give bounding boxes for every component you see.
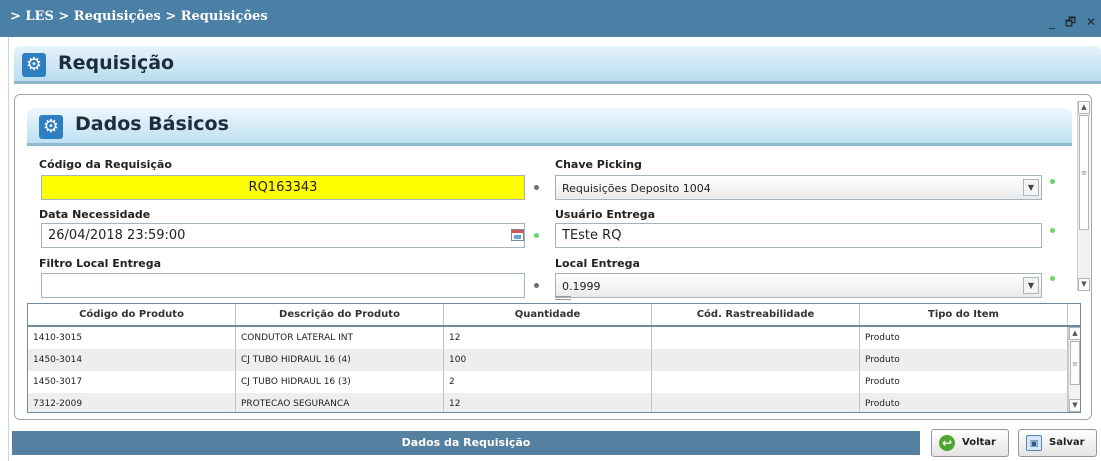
content-frame: ⚙ Dados Básicos Código da Requisição RQ1… bbox=[14, 94, 1092, 420]
section-title: Dados Básicos bbox=[75, 113, 229, 135]
field-indicator-dot bbox=[534, 185, 539, 190]
scroll-thumb[interactable]: ≡ bbox=[1079, 115, 1089, 230]
chave-picking-label: Chave Picking bbox=[555, 158, 642, 171]
grid-header: Código do Produto Descrição do Produto Q… bbox=[28, 304, 1080, 327]
table-row[interactable]: 1410-3015 CONDUTOR LATERAL INT 12 Produt… bbox=[28, 327, 1068, 349]
table-cell: 1450-3017 bbox=[28, 371, 236, 393]
filtro-local-entrega-label: Filtro Local Entrega bbox=[39, 257, 162, 270]
scroll-down-icon[interactable]: ▼ bbox=[1078, 278, 1090, 291]
data-necessidade-field[interactable]: 26/04/2018 23:59:00 bbox=[41, 223, 525, 248]
table-cell: 12 bbox=[444, 393, 652, 412]
table-cell bbox=[652, 327, 860, 349]
breadcrumb: > LES > Requisições > Requisições bbox=[10, 9, 268, 24]
table-cell: Produto bbox=[860, 327, 1068, 349]
field-indicator-dot bbox=[1050, 276, 1055, 281]
table-cell bbox=[652, 371, 860, 393]
scroll-up-icon[interactable]: ▲ bbox=[1069, 327, 1080, 340]
table-cell: CJ TUBO HIDRAUL 16 (3) bbox=[236, 371, 444, 393]
grid-scrollbar[interactable]: ▲ ≡ ▼ bbox=[1068, 327, 1080, 412]
table-cell: 12 bbox=[444, 327, 652, 349]
local-entrega-select[interactable]: 0.1999 ▼ bbox=[555, 273, 1042, 298]
table-cell bbox=[652, 393, 860, 412]
field-indicator-dot bbox=[1050, 179, 1055, 184]
table-row[interactable]: 7312-2009 PROTECAO SEGURANCA 12 Produto bbox=[28, 393, 1068, 412]
chave-picking-value: Requisições Deposito 1004 bbox=[562, 182, 711, 195]
gear-icon: ⚙ bbox=[22, 53, 46, 77]
codigo-requisicao-label: Código da Requisição bbox=[39, 158, 172, 171]
back-arrow-icon: ↩ bbox=[939, 435, 955, 451]
scroll-down-icon[interactable]: ▼ bbox=[1069, 399, 1080, 412]
panel-header: ⚙ Requisição bbox=[14, 46, 1101, 84]
table-cell: CONDUTOR LATERAL INT bbox=[236, 327, 444, 349]
form-scrollbar[interactable]: ▲ ≡ ▼ bbox=[1077, 101, 1090, 291]
table-row[interactable]: 1450-3017 CJ TUBO HIDRAUL 16 (3) 2 Produ… bbox=[28, 371, 1068, 393]
usuario-entrega-label: Usuário Entrega bbox=[555, 208, 656, 221]
back-button[interactable]: ↩ Voltar bbox=[931, 429, 1009, 457]
chave-picking-select[interactable]: Requisições Deposito 1004 ▼ bbox=[555, 175, 1042, 200]
tab-dados-da-requisicao[interactable]: Dados da Requisição bbox=[12, 431, 920, 455]
table-cell: 100 bbox=[444, 349, 652, 371]
table-cell: 2 bbox=[444, 371, 652, 393]
usuario-entrega-field[interactable]: TEste RQ bbox=[555, 223, 1042, 248]
filtro-local-entrega-field[interactable] bbox=[41, 273, 525, 298]
data-necessidade-label: Data Necessidade bbox=[39, 208, 151, 221]
table-cell: Produto bbox=[860, 393, 1068, 412]
column-header[interactable]: Código do Produto bbox=[28, 304, 236, 325]
section-header-dados-basicos: ⚙ Dados Básicos bbox=[27, 108, 1072, 146]
codigo-requisicao-field[interactable]: RQ163343 bbox=[41, 175, 525, 200]
column-header[interactable]: Quantidade bbox=[444, 304, 652, 325]
save-button[interactable]: ▣ Salvar bbox=[1018, 429, 1097, 457]
window-titlebar: > LES > Requisições > Requisições _ 🗗 ✕ bbox=[0, 0, 1101, 37]
back-button-label: Voltar bbox=[962, 437, 996, 448]
table-cell: 1410-3015 bbox=[28, 327, 236, 349]
table-cell: Produto bbox=[860, 371, 1068, 393]
field-indicator-dot bbox=[534, 283, 539, 288]
column-header[interactable]: Cód. Rastreabilidade bbox=[652, 304, 860, 325]
window-controls[interactable]: _ 🗗 ✕ bbox=[1049, 13, 1099, 34]
table-cell: CJ TUBO HIDRAUL 16 (4) bbox=[236, 349, 444, 371]
table-cell bbox=[652, 349, 860, 371]
splitter-handle[interactable] bbox=[555, 296, 571, 300]
local-entrega-value: 0.1999 bbox=[562, 280, 601, 293]
table-cell: 1450-3014 bbox=[28, 349, 236, 371]
calendar-icon[interactable] bbox=[511, 229, 524, 241]
items-grid: Código do Produto Descrição do Produto Q… bbox=[27, 303, 1081, 413]
column-header[interactable]: Tipo do Item bbox=[860, 304, 1068, 325]
save-icon: ▣ bbox=[1026, 435, 1042, 451]
table-cell: 7312-2009 bbox=[28, 393, 236, 412]
field-indicator-dot bbox=[534, 233, 539, 238]
page-title: Requisição bbox=[58, 52, 175, 74]
table-row[interactable]: 1450-3014 CJ TUBO HIDRAUL 16 (4) 100 Pro… bbox=[28, 349, 1068, 371]
column-header[interactable]: Descrição do Produto bbox=[236, 304, 444, 325]
chevron-down-icon[interactable]: ▼ bbox=[1023, 179, 1039, 196]
save-button-label: Salvar bbox=[1049, 437, 1085, 448]
table-cell: Produto bbox=[860, 349, 1068, 371]
gear-icon: ⚙ bbox=[39, 115, 63, 139]
scroll-up-icon[interactable]: ▲ bbox=[1078, 101, 1090, 114]
chevron-down-icon[interactable]: ▼ bbox=[1023, 277, 1039, 294]
table-cell: PROTECAO SEGURANCA bbox=[236, 393, 444, 412]
field-indicator-dot bbox=[1050, 228, 1055, 233]
local-entrega-label: Local Entrega bbox=[555, 257, 640, 270]
scroll-thumb[interactable]: ≡ bbox=[1070, 341, 1080, 385]
page-body: ⚙ Requisição ⚙ Dados Básicos Código da R… bbox=[8, 37, 1101, 461]
